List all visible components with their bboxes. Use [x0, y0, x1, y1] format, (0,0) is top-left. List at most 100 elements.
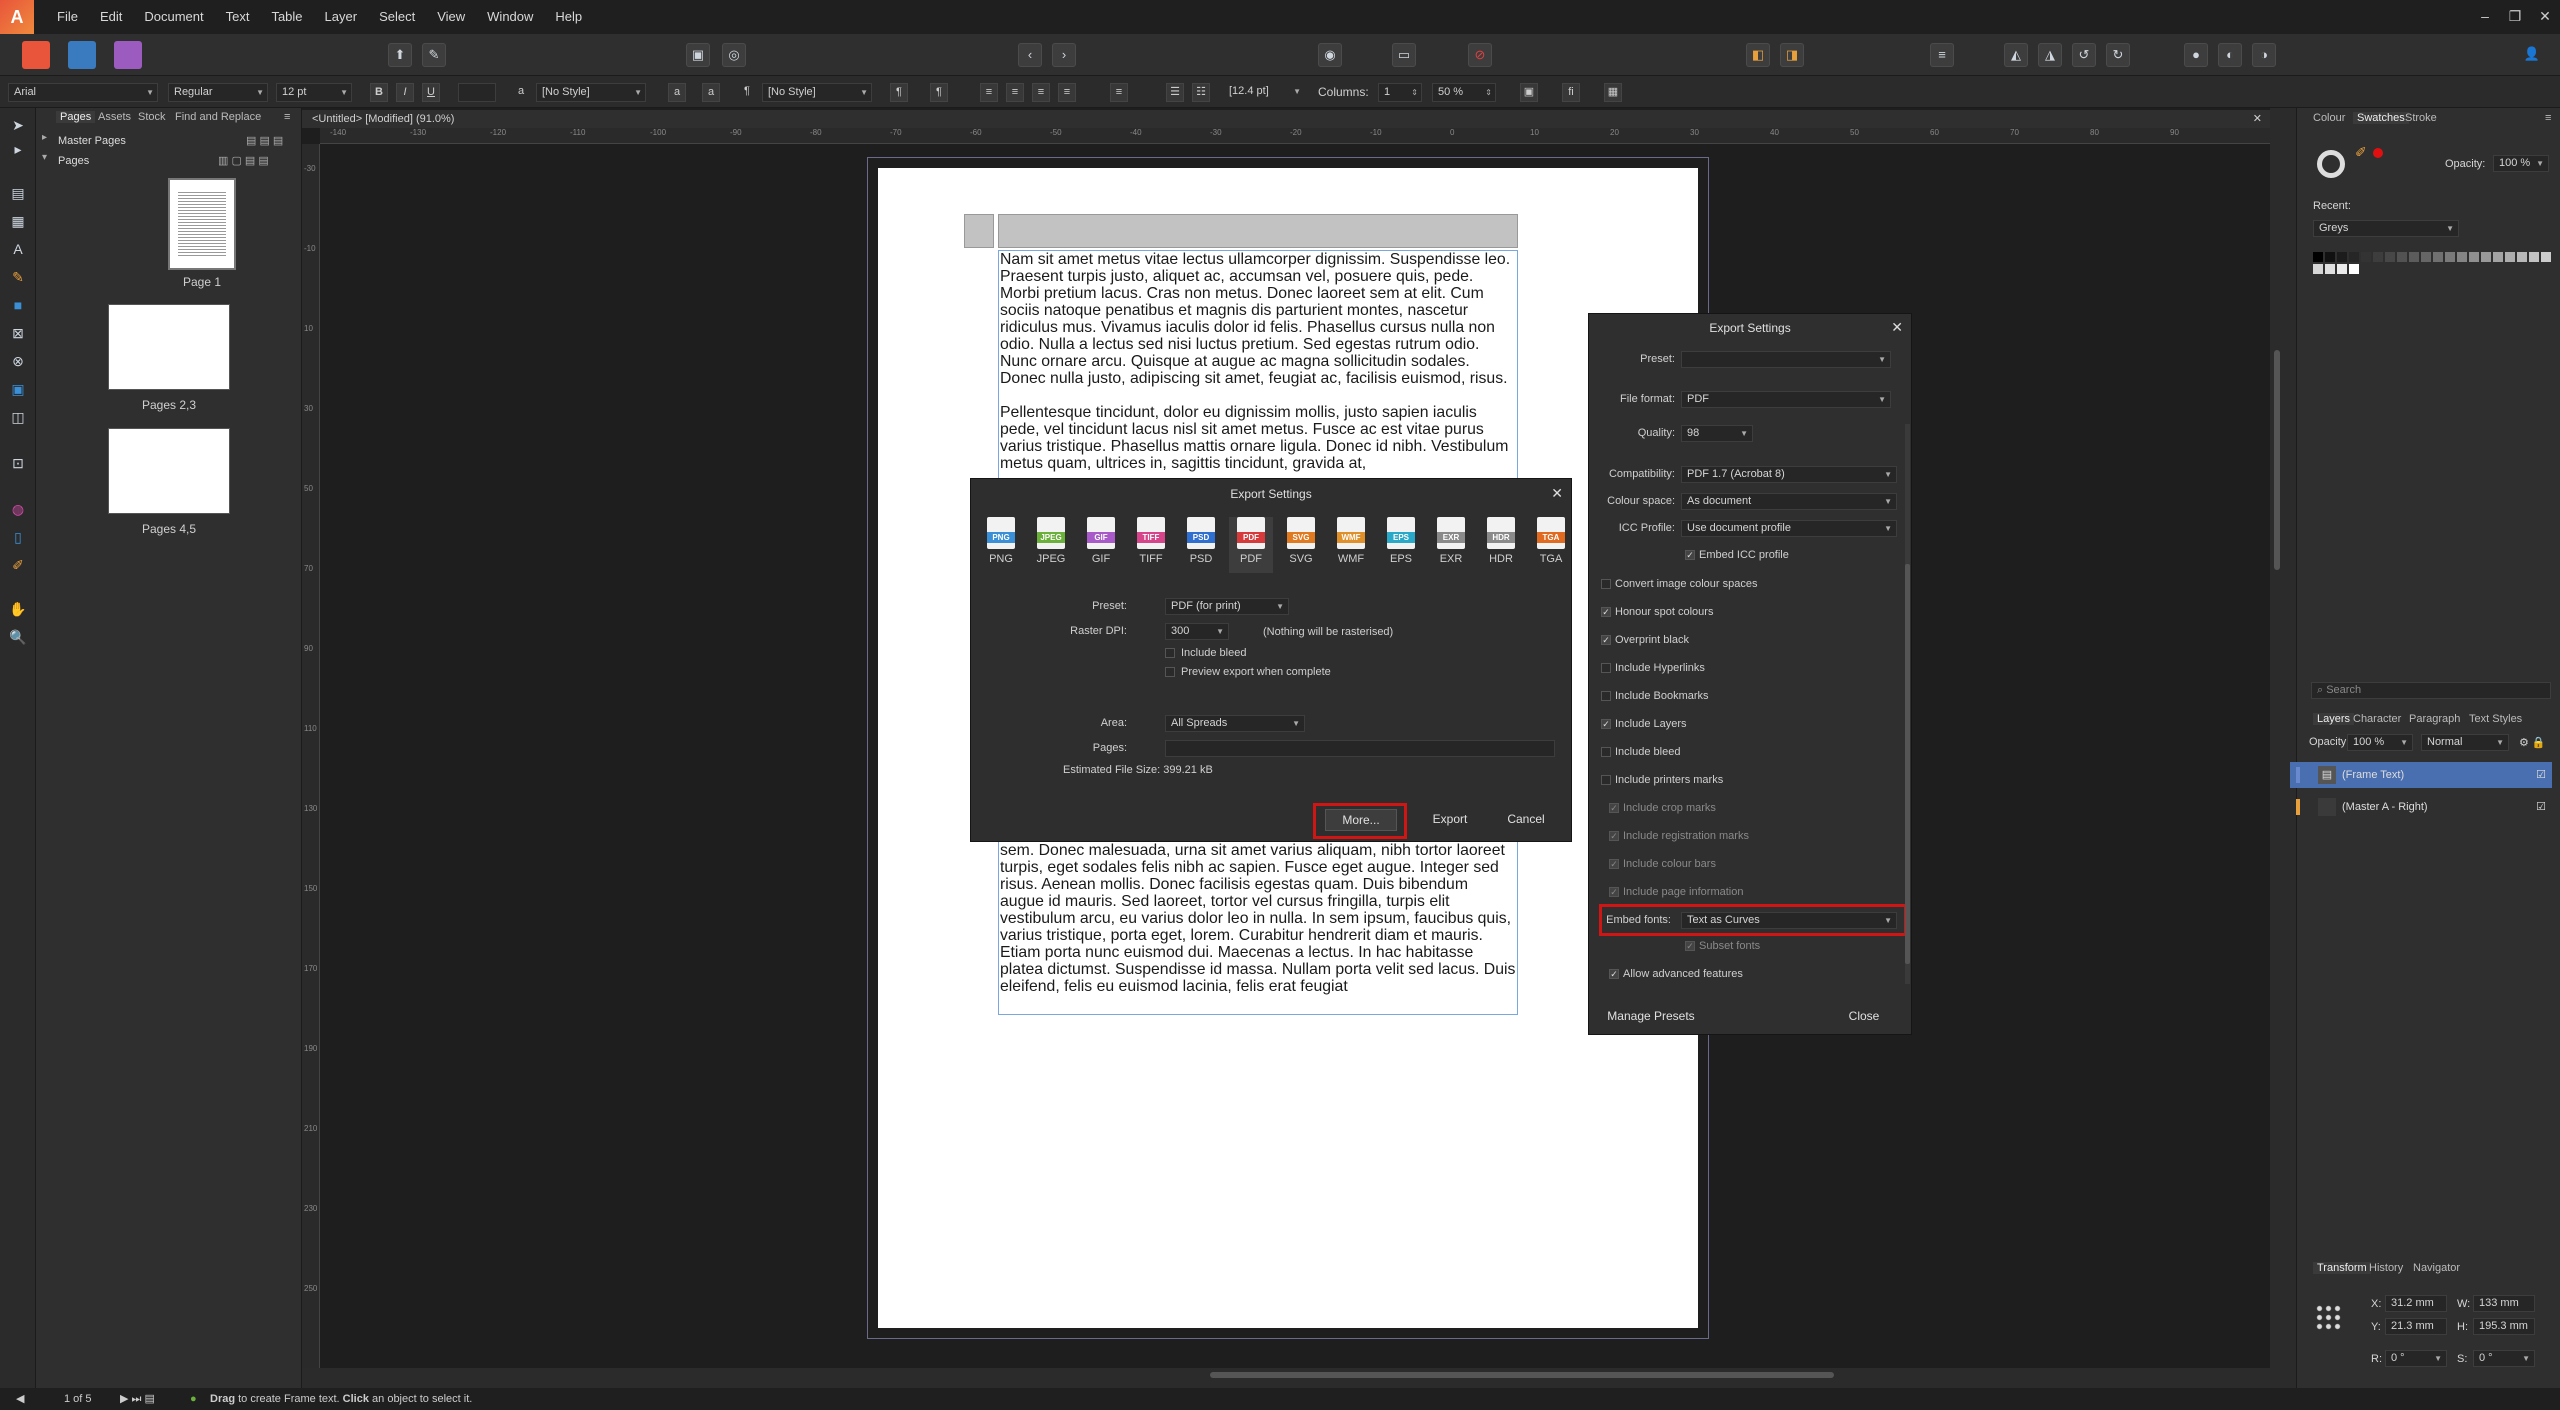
account-icon[interactable]: 👤: [2520, 43, 2544, 67]
close-doc-icon[interactable]: ✕: [2253, 110, 2262, 128]
designer-persona-icon[interactable]: [68, 41, 96, 69]
file-format-dropdown[interactable]: PDF ▼: [1681, 391, 1891, 408]
grey-swatch[interactable]: [2433, 252, 2443, 262]
panel-menu-icon[interactable]: ≡: [284, 111, 290, 123]
transform-tool-icon[interactable]: ⊡: [7, 452, 29, 474]
node-tool-icon[interactable]: ▸: [7, 138, 29, 160]
format-gif[interactable]: GIF GIF: [1079, 517, 1123, 565]
format-png[interactable]: PNG PNG: [979, 517, 1023, 565]
preset-dropdown[interactable]: PDF (for print) ▼: [1165, 598, 1289, 615]
check-honour-spot-colours[interactable]: ✓: [1601, 607, 1611, 617]
flip-v-icon[interactable]: ◮: [2038, 43, 2062, 67]
frame-icon[interactable]: ▣: [686, 43, 710, 67]
cancel-button[interactable]: Cancel: [1493, 809, 1559, 831]
check-include-bookmarks[interactable]: [1601, 691, 1611, 701]
gutter-field[interactable]: 50 % ⇕: [1432, 83, 1496, 102]
include-bleed-checkbox[interactable]: [1165, 648, 1175, 658]
align-icon[interactable]: ≡: [1930, 43, 1954, 67]
flip-h-icon[interactable]: ◭: [2004, 43, 2028, 67]
tab-assets[interactable]: Assets: [98, 111, 131, 123]
master-visibility-checkbox[interactable]: ☑: [2536, 794, 2546, 820]
check-include-hyperlinks[interactable]: [1601, 663, 1611, 673]
grey-swatch[interactable]: [2313, 264, 2323, 274]
grey-swatch[interactable]: [2469, 252, 2479, 262]
tab-stock[interactable]: Stock: [138, 111, 166, 123]
eyedropper-icon[interactable]: ✐: [2355, 144, 2367, 161]
layer-row-master[interactable]: (Master A - Right) ☑: [2290, 794, 2552, 820]
grey-swatch[interactable]: [2397, 252, 2407, 262]
arrange-front-icon[interactable]: ◧: [1746, 43, 1770, 67]
palette-dropdown[interactable]: Greys ▼: [2313, 220, 2459, 237]
leading-field[interactable]: [12.4 pt] ▼: [1224, 83, 1304, 102]
format-pdf[interactable]: PDF PDF: [1229, 517, 1273, 573]
tab-history[interactable]: History: [2369, 1262, 2403, 1274]
grey-swatch[interactable]: [2325, 252, 2335, 262]
pen-tool-icon[interactable]: ✎: [7, 266, 29, 288]
frame-text-ruler[interactable]: [998, 214, 1518, 248]
menu-layer[interactable]: Layer: [314, 0, 369, 34]
grey-swatch[interactable]: [2517, 252, 2527, 262]
tab-layers[interactable]: Layers: [2313, 713, 2355, 725]
blend-mode-dropdown[interactable]: Normal ▼: [2421, 734, 2509, 751]
dpi-dropdown[interactable]: 300 ▼: [1165, 623, 1229, 640]
grey-swatch[interactable]: [2325, 264, 2335, 274]
grey-swatch[interactable]: [2313, 252, 2323, 262]
font-size-field[interactable]: 12 pt ▼: [276, 83, 352, 102]
format-jpeg[interactable]: JPEG JPEG: [1029, 517, 1073, 565]
pen-icon[interactable]: ✎: [422, 43, 446, 67]
numbering-button[interactable]: ☷: [1192, 83, 1210, 102]
hand-tool-icon[interactable]: ✋: [7, 598, 29, 620]
check-overprint-black[interactable]: ✓: [1601, 635, 1611, 645]
pages-input[interactable]: [1165, 740, 1555, 757]
para-style-button[interactable]: ¶: [930, 83, 948, 102]
embed-fonts-dropdown[interactable]: Text as Curves ▼: [1681, 912, 1897, 929]
export-button[interactable]: Export: [1417, 809, 1483, 831]
document-tab[interactable]: <Untitled> [Modified] (91.0%) ✕: [302, 110, 2270, 128]
menu-window[interactable]: Window: [476, 0, 544, 34]
grey-swatch[interactable]: [2409, 252, 2419, 262]
expand-pages-icon[interactable]: ▾: [42, 152, 47, 163]
fill-tool-icon[interactable]: ◍: [7, 498, 29, 520]
rectangle-tool-icon[interactable]: ■: [7, 294, 29, 316]
tab-colour[interactable]: Colour: [2313, 112, 2345, 124]
publisher-persona-icon[interactable]: [22, 41, 50, 69]
w-field[interactable]: 133 mm: [2473, 1295, 2535, 1312]
format-tga[interactable]: TGA TGA: [1529, 517, 1573, 565]
close-window-icon[interactable]: ✕: [2530, 0, 2560, 34]
move-tool-icon[interactable]: ➤: [7, 114, 29, 136]
grey-swatch[interactable]: [2481, 252, 2491, 262]
view-mode-icon[interactable]: ▭: [1392, 43, 1416, 67]
text-style-button[interactable]: a: [702, 83, 720, 102]
transparency-tool-icon[interactable]: ▯: [7, 526, 29, 548]
baseline-grid-button[interactable]: ▦: [1604, 83, 1622, 102]
s-field[interactable]: 0 ° ▼: [2473, 1350, 2535, 1367]
grey-swatch[interactable]: [2385, 252, 2395, 262]
grey-swatch[interactable]: [2445, 252, 2455, 262]
tab-transform[interactable]: Transform: [2313, 1262, 2371, 1274]
colour-space-dropdown[interactable]: As document ▼: [1681, 493, 1897, 510]
layer-opacity-field[interactable]: 100 % ▼: [2347, 734, 2413, 751]
font-style-field[interactable]: Regular ▼: [168, 83, 268, 102]
pages-4-5-thumb[interactable]: [108, 428, 230, 514]
grey-swatch[interactable]: [2373, 252, 2383, 262]
embed-icc-checkbox[interactable]: ✓: [1685, 550, 1695, 560]
grey-swatch[interactable]: [2337, 264, 2347, 274]
artistic-text-tool-icon[interactable]: A: [7, 238, 29, 260]
fill-stroke-icon[interactable]: [2317, 150, 2345, 178]
menu-view[interactable]: View: [426, 0, 476, 34]
settings-preset-dropdown[interactable]: ▼: [1681, 351, 1891, 368]
check-include-layers[interactable]: ✓: [1601, 719, 1611, 729]
menu-document[interactable]: Document: [133, 0, 214, 34]
place-image-tool-icon[interactable]: ▣: [7, 378, 29, 400]
compatibility-dropdown[interactable]: PDF 1.7 (Acrobat 8) ▼: [1681, 466, 1897, 483]
area-dropdown[interactable]: All Spreads ▼: [1165, 715, 1305, 732]
layer-row-frame-text[interactable]: ▤ (Frame Text) ☑: [2290, 762, 2552, 788]
frame-text-tool-icon[interactable]: ▤: [7, 182, 29, 204]
ligature-button[interactable]: fi: [1562, 83, 1580, 102]
grey-swatch[interactable]: [2505, 252, 2515, 262]
italic-button[interactable]: I: [396, 83, 414, 102]
format-eps[interactable]: EPS EPS: [1379, 517, 1423, 565]
settings-close-button[interactable]: Close: [1829, 1006, 1899, 1028]
menu-file[interactable]: File: [46, 0, 89, 34]
settings-icon[interactable]: ◑: [2252, 43, 2276, 67]
